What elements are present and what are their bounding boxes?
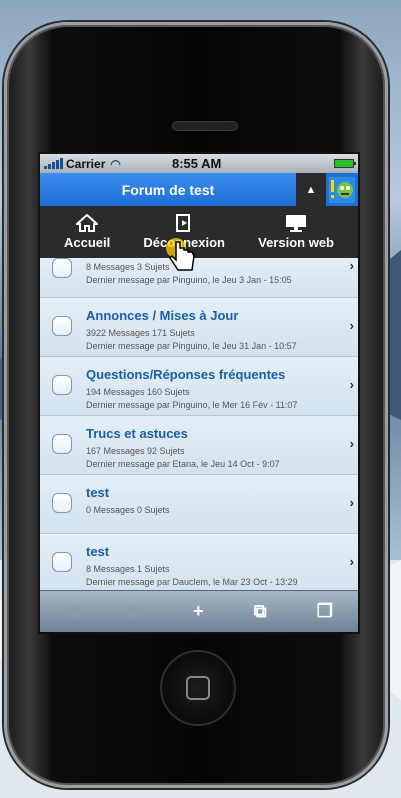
forum-last-post: Dernier message par Dauclem, le Mar 23 O… [86,577,298,587]
list-item[interactable]: Trucs et astuces 167 Messages 92 Sujets … [40,416,358,475]
forum-header: Forum de test ▲ [40,173,358,206]
forum-last-post: Dernier message par Pinguino, le Jeu 31 … [86,341,297,351]
carrier-label: Carrier [66,156,106,171]
web-version-menu-item[interactable]: Version web [258,206,334,258]
forum-stats: 3922 Messages 171 Sujets [86,328,195,338]
logout-icon [176,214,191,232]
bookmarks-book-icon[interactable]: ⧉ [254,601,267,622]
chevron-right-icon: › [349,318,354,333]
home-square-icon [186,676,210,700]
browser-toolbar: ◀ ▶ + ⧉ ❐ [40,590,358,632]
forum-last-post: Dernier message par Pinguino, le Mer 16 … [86,400,298,410]
chevron-right-icon: › [349,554,354,569]
forum-title[interactable]: Questions/Réponses fréquentes [86,367,285,382]
home-label: Accueil [64,235,111,250]
status-bar: Carrier ◠ 8:55 AM [40,154,358,173]
list-item[interactable]: Questions/Réponses fréquentes 194 Messag… [40,357,358,416]
forum-stats: 167 Messages 92 Sujets [86,446,185,456]
forum-stats: 194 Messages 160 Sujets [86,387,190,397]
list-item[interactable]: test 0 Messages 0 Sujets › [40,475,358,534]
forum-title: Forum de test [40,173,296,206]
wifi-icon: ◠ [110,156,121,171]
forum-stats: 0 Messages 0 Sujets [86,505,170,515]
hand-cursor-icon [166,238,195,271]
chevron-right-icon: › [349,258,354,273]
clock: 8:55 AM [172,156,222,171]
signal-icon [44,158,63,169]
add-bookmark-icon[interactable]: + [193,601,204,622]
forum-stats: 8 Messages 3 Sujets [86,262,170,272]
battery-icon [334,159,356,168]
list-item[interactable]: test 8 Messages 1 Sujets Dernier message… [40,534,358,593]
forum-status-icon [52,316,72,336]
forum-status-icon [52,434,72,454]
forward-arrow-icon[interactable]: ▶ [129,601,143,622]
monitor-icon [286,215,307,232]
home-button[interactable] [160,650,236,726]
phone-screen: Carrier ◠ 8:55 AM Forum de test ▲ Accuei… [38,152,360,634]
forum-status-icon [52,493,72,513]
home-menu-item[interactable]: Accueil [64,206,110,258]
list-item[interactable]: Annonces / Mises à Jour 3922 Messages 17… [40,298,358,357]
forum-stats: 8 Messages 1 Sujets [86,564,170,574]
forum-last-post: Dernier message par Etana, le Jeu 14 Oct… [86,459,280,469]
forum-status-icon [52,258,72,278]
pages-icon[interactable]: ❐ [317,601,333,622]
forum-status-icon [52,552,72,572]
chevron-right-icon: › [349,495,354,510]
speaker-grille [172,121,238,131]
collapse-menu-button[interactable]: ▲ [296,173,326,206]
forum-last-post: Dernier message par Pinguino, le Jeu 3 J… [86,275,292,285]
back-arrow-icon[interactable]: ◀ [65,601,79,622]
chevron-right-icon: › [349,377,354,392]
forum-status-icon [52,375,72,395]
web-version-label: Version web [258,235,334,250]
forum-list: 8 Messages 3 Sujets Dernier message par … [40,258,358,593]
chevron-right-icon: › [349,436,354,451]
forum-title[interactable]: test [86,544,109,559]
forum-logo-icon[interactable] [326,173,358,206]
forum-title[interactable]: Annonces / Mises à Jour [86,308,238,323]
forum-title[interactable]: test [86,485,109,500]
home-icon [76,214,99,232]
forum-title[interactable]: Trucs et astuces [86,426,188,441]
